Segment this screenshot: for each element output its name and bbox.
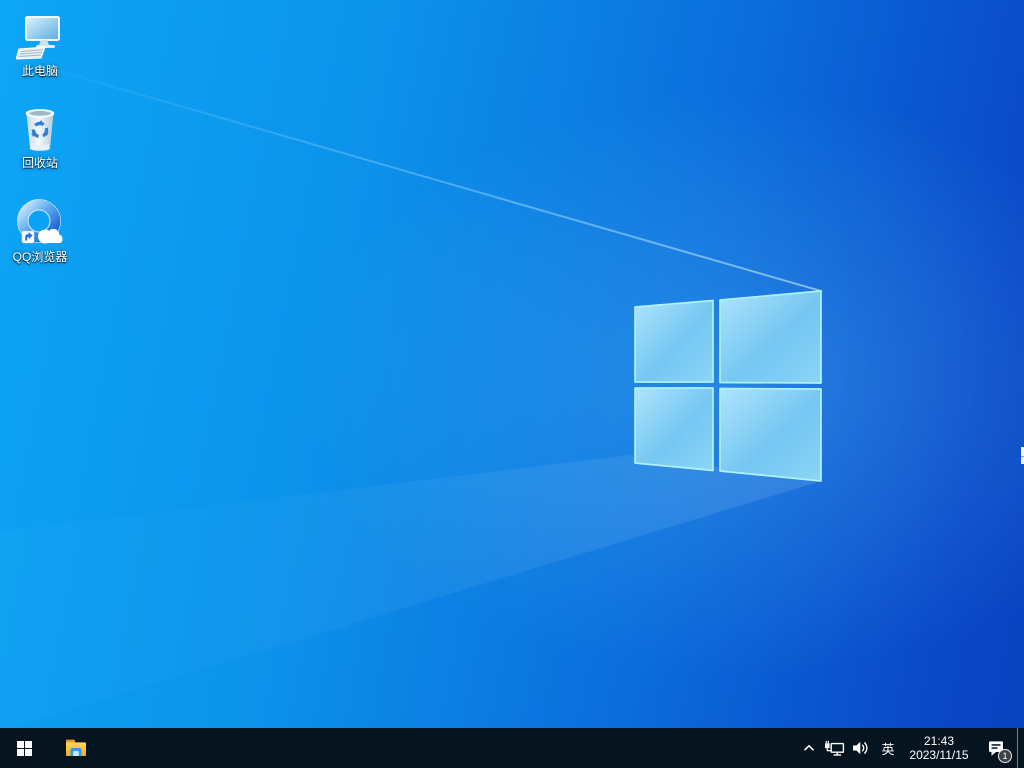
recycle-bin-icon — [14, 104, 66, 156]
show-desktop-button[interactable] — [1017, 728, 1024, 768]
taskbar-empty-area — [100, 728, 797, 768]
clock-time: 21:43 — [924, 734, 954, 748]
taskbar: 英 21:43 2023/11/15 1 — [0, 728, 1024, 768]
tray-expand-button[interactable] — [797, 728, 821, 768]
windows-logo — [0, 0, 1024, 768]
desktop-icon-label: 此电脑 — [22, 65, 58, 78]
language-indicator[interactable]: 英 — [873, 728, 903, 768]
qq-browser-icon — [14, 198, 66, 250]
network-tray-button[interactable] — [821, 728, 847, 768]
chevron-up-icon — [803, 744, 815, 752]
volume-icon — [852, 740, 869, 756]
desktop-icon-label: QQ浏览器 — [13, 251, 68, 264]
file-explorer-icon — [64, 736, 88, 760]
desktop-icon-label: 回收站 — [22, 157, 58, 170]
ethernet-network-icon — [824, 740, 845, 757]
clock-date: 2023/11/15 — [909, 748, 968, 762]
windows-start-icon — [17, 741, 32, 756]
system-tray: 英 21:43 2023/11/15 1 — [797, 728, 1024, 768]
action-center-button[interactable]: 1 — [975, 728, 1017, 768]
file-explorer-button[interactable] — [52, 728, 100, 768]
desktop-icon-recycle-bin[interactable]: 回收站 — [1, 104, 79, 190]
this-pc-icon — [14, 12, 66, 64]
desktop-icon-qq-browser[interactable]: QQ浏览器 — [1, 198, 79, 284]
volume-tray-button[interactable] — [847, 728, 873, 768]
desktop: 此电脑 回收站 — [0, 0, 1024, 768]
taskbar-clock[interactable]: 21:43 2023/11/15 — [903, 728, 975, 768]
desktop-icon-this-pc[interactable]: 此电脑 — [1, 12, 79, 98]
start-button[interactable] — [0, 728, 48, 768]
notification-badge: 1 — [998, 749, 1012, 763]
